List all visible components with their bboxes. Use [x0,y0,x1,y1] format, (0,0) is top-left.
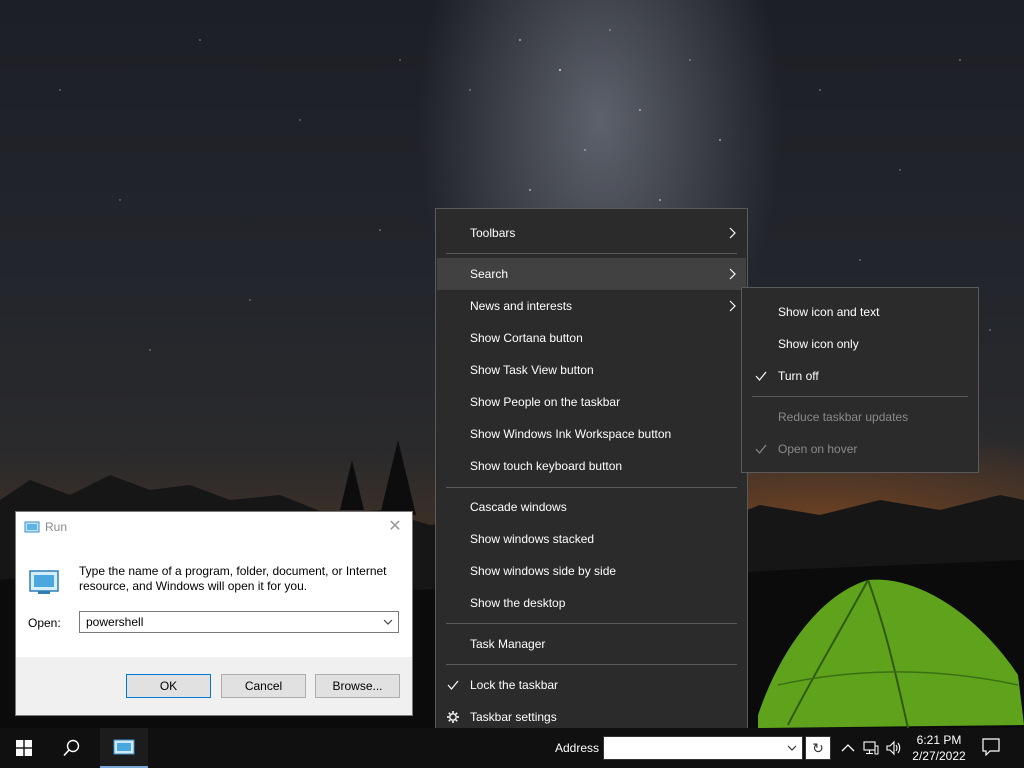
taskbar-search-button[interactable] [48,728,96,768]
menu-item-show-people[interactable]: Show People on the taskbar [437,386,746,418]
run-title-icon [24,521,40,533]
menu-item-side-by-side[interactable]: Show windows side by side [437,555,746,587]
taskbar-context-menu: Toolbars Search News and interests Show … [435,208,748,742]
browse-button[interactable]: Browse... [315,674,400,698]
address-toolbar-label: Address [555,741,600,755]
run-dialog: Run ✕ Type the name of a program, folder… [15,511,413,716]
close-icon[interactable]: ✕ [384,516,406,538]
menu-item-task-manager[interactable]: Task Manager [437,628,746,660]
taskbar: Address ↻ 6:21 PM 2/27/2022 [0,728,1024,768]
menu-item-show-touch-keyboard[interactable]: Show touch keyboard button [437,450,746,482]
chevron-right-icon [729,227,736,239]
checkmark-icon [447,680,459,690]
run-app-large-icon [29,570,59,594]
menu-item-news-and-interests[interactable]: News and interests [437,290,746,322]
volume-icon[interactable] [886,740,902,756]
menu-item-windows-stacked[interactable]: Show windows stacked [437,523,746,555]
checkmark-icon [755,371,767,381]
address-input[interactable] [603,736,803,760]
menu-item-show-cortana[interactable]: Show Cortana button [437,322,746,354]
menu-separator [446,664,737,665]
run-title: Run [45,520,68,534]
chevron-up-icon[interactable] [840,740,856,756]
taskbar-clock[interactable]: 6:21 PM 2/27/2022 [905,732,973,764]
address-go-button[interactable]: ↻ [805,736,831,760]
action-center-icon[interactable] [982,738,1000,756]
run-titlebar[interactable]: Run ✕ [16,512,412,542]
clock-time: 6:21 PM [916,733,962,747]
menu-separator [446,623,737,624]
windows-logo-icon [16,740,32,756]
menu-separator [752,396,968,397]
menu-item-cascade-windows[interactable]: Cascade windows [437,491,746,523]
submenu-item-reduce-updates: Reduce taskbar updates [778,410,909,424]
checkmark-icon [755,444,767,454]
cancel-button[interactable]: Cancel [221,674,306,698]
menu-item-search[interactable]: Search [437,258,746,290]
run-app-icon [113,739,135,755]
menu-separator [446,253,737,254]
menu-item-show-task-view[interactable]: Show Task View button [437,354,746,386]
chevron-down-icon[interactable] [787,742,797,754]
run-footer: OK Cancel Browse... [16,657,412,715]
clock-date: 2/27/2022 [912,749,966,763]
run-description: Type the name of a program, folder, docu… [79,564,387,593]
ok-button[interactable]: OK [126,674,211,698]
submenu-item-show-icon-only[interactable]: Show icon only [743,328,977,360]
submenu-item-turn-off[interactable]: Turn off [743,360,977,392]
search-icon [63,739,80,757]
menu-separator [446,487,737,488]
chevron-right-icon [729,268,736,280]
start-button[interactable] [0,728,48,768]
network-icon[interactable] [863,740,879,756]
chevron-right-icon [729,300,736,312]
menu-item-lock-taskbar[interactable]: Lock the taskbar [437,669,746,701]
menu-item-toolbars[interactable]: Toolbars [437,217,746,249]
open-combobox[interactable] [79,611,399,633]
gear-icon [447,711,459,723]
menu-item-show-desktop[interactable]: Show the desktop [437,587,746,619]
chevron-down-icon[interactable] [382,615,394,629]
menu-item-show-ink-workspace[interactable]: Show Windows Ink Workspace button [437,418,746,450]
taskbar-run-app[interactable] [100,728,148,768]
submenu-item-open-on-hover: Open on hover [743,433,977,465]
open-input[interactable] [86,615,366,629]
submenu-item-show-icon-and-text[interactable]: Show icon and text [743,296,977,328]
news-and-interests-submenu: Show icon and text Show icon only Turn o… [741,287,979,473]
green-tent [758,579,1024,728]
open-label: Open: [28,616,61,630]
